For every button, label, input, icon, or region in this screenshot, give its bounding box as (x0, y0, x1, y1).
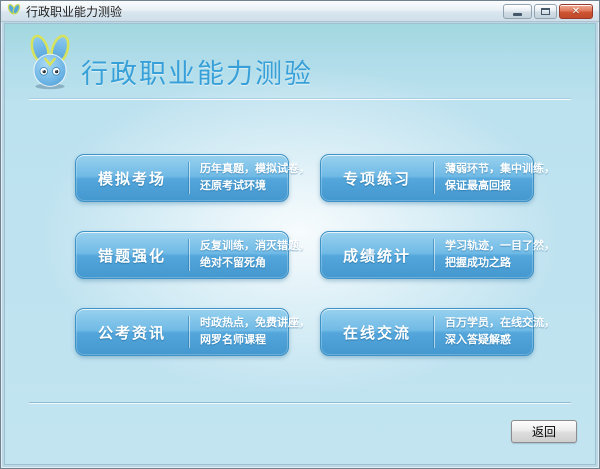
header-divider (29, 98, 571, 100)
desc-line: 反复训练，消灭错题， (200, 240, 310, 252)
app-window: 行政职业能力测验 ✕ 行政职业能力测验 模拟考场 历年真题，模拟试卷， 还原考试… (0, 0, 600, 469)
client-area: 行政职业能力测验 模拟考场 历年真题，模拟试卷， 还原考试环境 专项练习 薄弱环… (4, 23, 596, 465)
rabbit-logo-icon (30, 34, 70, 90)
window-title: 行政职业能力测验 (26, 4, 123, 19)
desc-line: 时政热点，免费讲座， (200, 317, 310, 329)
page-title: 行政职业能力测验 (81, 59, 313, 89)
desc-line: 历年真题，模拟试卷， (200, 163, 310, 175)
minimize-button[interactable] (503, 4, 532, 19)
menu-button-label: 专项练习 (342, 170, 411, 188)
close-icon: ✕ (571, 5, 581, 17)
menu-button-wrong-questions[interactable]: 错题强化 反复训练，消灭错题， 绝对不留死角 (75, 231, 310, 279)
back-button[interactable]: 返回 (511, 420, 577, 443)
menu-button-special-practice[interactable]: 专项练习 薄弱环节，集中训练， 保证最高回报 (320, 154, 555, 202)
desc-line: 保证最高回报 (445, 180, 511, 192)
titlebar: 行政职业能力测验 ✕ (1, 1, 599, 22)
minimize-icon (513, 12, 522, 16)
menu-button-label: 成绩统计 (342, 247, 411, 265)
menu-button-desc: 时政热点，免费讲座， 网罗名师课程 (190, 315, 316, 349)
desc-line: 把握成功之路 (445, 257, 511, 269)
desc-line: 绝对不留死角 (200, 257, 266, 269)
maximize-icon (541, 8, 550, 15)
menu-button-mock-exam[interactable]: 模拟考场 历年真题，模拟试卷， 还原考试环境 (75, 154, 310, 202)
menu-grid: 模拟考场 历年真题，模拟试卷， 还原考试环境 专项练习 薄弱环节，集中训练， 保… (75, 154, 555, 356)
menu-button-exam-news[interactable]: 公考资讯 时政热点，免费讲座， 网罗名师课程 (75, 308, 310, 356)
app-logo-icon (7, 4, 21, 15)
close-button[interactable]: ✕ (559, 4, 593, 19)
menu-button-label: 公考资讯 (97, 324, 166, 342)
desc-line: 薄弱环节，集中训练， (445, 163, 555, 175)
desc-line: 百万学员，在线交流， (445, 317, 555, 329)
desc-line: 深入答疑解惑 (445, 334, 511, 346)
desc-line: 网罗名师课程 (200, 334, 266, 346)
desc-line: 还原考试环境 (200, 180, 266, 192)
desc-line: 学习轨迹，一目了然， (445, 240, 555, 252)
menu-button-label: 模拟考场 (97, 170, 166, 188)
menu-button-label: 在线交流 (342, 324, 411, 342)
menu-button-score-stats[interactable]: 成绩统计 学习轨迹，一目了然， 把握成功之路 (320, 231, 555, 279)
menu-button-desc: 历年真题，模拟试卷， 还原考试环境 (190, 161, 316, 195)
menu-button-desc: 百万学员，在线交流， 深入答疑解惑 (435, 315, 561, 349)
menu-button-desc: 反复训练，消灭错题， 绝对不留死角 (190, 238, 316, 272)
maximize-button[interactable] (534, 4, 557, 19)
menu-button-online-chat[interactable]: 在线交流 百万学员，在线交流， 深入答疑解惑 (320, 308, 555, 356)
window-controls: ✕ (503, 4, 593, 19)
menu-button-desc: 学习轨迹，一目了然， 把握成功之路 (435, 238, 561, 272)
menu-button-desc: 薄弱环节，集中训练， 保证最高回报 (435, 161, 561, 195)
footer-divider (29, 402, 571, 404)
menu-button-label: 错题强化 (97, 247, 166, 265)
